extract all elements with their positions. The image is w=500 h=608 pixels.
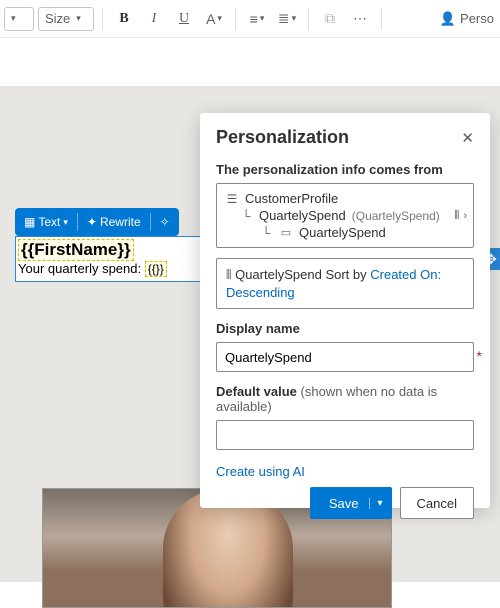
picker-child: QuartelySpend: [259, 208, 346, 223]
default-value-label-text: Default value: [216, 384, 297, 399]
chevron-right-icon: ›: [463, 210, 467, 222]
filter-icon[interactable]: ⫴: [450, 208, 464, 223]
source-label: The personalization info comes from: [216, 162, 474, 177]
chevron-down-icon: ▾: [76, 13, 81, 24]
separator: [235, 8, 236, 30]
firstname-token[interactable]: {{FirstName}}: [18, 239, 134, 261]
close-icon[interactable]: ✕: [461, 129, 474, 147]
rewrite-label: Rewrite: [100, 215, 141, 229]
copilot-button[interactable]: ✧: [157, 215, 173, 229]
selection-context-toolbar: ▦ Text ▾ ✦ Rewrite ✧: [15, 208, 179, 236]
text-element-label: Text: [38, 215, 60, 229]
copilot-icon: ✧: [160, 215, 170, 229]
italic-button[interactable]: I: [141, 6, 167, 32]
formatting-toolbar: ▾ Size ▾ B I U A▾ ≡▾ ≣▾ ⧉ ⋯ 👤 Perso: [0, 0, 500, 38]
person-icon: 👤: [440, 11, 456, 27]
panel-footer: Save ▾ Cancel: [216, 479, 474, 519]
text-icon: ▦: [24, 215, 35, 229]
personalization-toolbar-button[interactable]: 👤 Perso: [438, 11, 496, 27]
list-button[interactable]: ≣▾: [274, 6, 300, 32]
displayname-label: Display name: [216, 321, 474, 336]
rewrite-button[interactable]: ✦ Rewrite: [84, 215, 144, 229]
bold-button[interactable]: B: [111, 6, 137, 32]
tree-branch-icon: └: [259, 226, 273, 240]
more-options-button[interactable]: ⋯: [347, 6, 373, 32]
font-size-label: Size: [45, 11, 70, 26]
text-element-button[interactable]: ▦ Text ▾: [21, 215, 71, 229]
font-size-dropdown[interactable]: Size ▾: [38, 7, 94, 31]
displayname-input[interactable]: [216, 342, 474, 372]
chevron-down-icon: ▾: [11, 13, 16, 24]
link-button[interactable]: ⧉: [317, 6, 343, 32]
spend-prefix: Your quarterly spend:: [18, 261, 145, 276]
filter-icon: ⫴: [226, 267, 231, 282]
personalization-toolbar-label: Perso: [460, 11, 494, 26]
separator: [381, 8, 382, 30]
chevron-down-icon: ▾: [63, 217, 68, 228]
create-using-ai-link[interactable]: Create using AI: [216, 464, 474, 479]
picker-leaf: QuartelySpend: [299, 225, 386, 240]
separator: [308, 8, 309, 30]
font-family-dropdown[interactable]: ▾: [4, 7, 34, 31]
sort-entity: QuartelySpend: [235, 267, 322, 282]
spend-token[interactable]: {{}}: [145, 261, 167, 277]
sort-config-box[interactable]: ⫴ QuartelySpend Sort by Created On: Desc…: [216, 258, 474, 309]
data-source-picker[interactable]: ☰ CustomerProfile └ QuartelySpend (Quart…: [216, 183, 474, 248]
save-button-label: Save: [329, 496, 359, 511]
picker-root: CustomerProfile: [245, 191, 338, 206]
panel-title: Personalization: [216, 127, 349, 148]
save-button[interactable]: Save ▾: [310, 487, 392, 519]
picker-child-hint: (QuartelySpend): [352, 209, 440, 223]
spend-line: Your quarterly spend: {{}}: [18, 261, 167, 276]
profile-icon: ☰: [225, 192, 239, 206]
canvas-white-strip: [0, 38, 500, 86]
separator: [77, 213, 78, 231]
align-button[interactable]: ≡▾: [244, 6, 270, 32]
sparkle-icon: ✦: [87, 215, 97, 229]
default-value-label: Default value (shown when no data is ava…: [216, 384, 474, 414]
separator: [102, 8, 103, 30]
separator: [150, 213, 151, 231]
personalization-panel: Personalization ✕ The personalization in…: [200, 113, 490, 508]
font-color-button[interactable]: A▾: [201, 6, 227, 32]
save-split-icon[interactable]: ▾: [369, 498, 383, 509]
sort-by-label: Sort by: [322, 267, 370, 282]
cancel-button[interactable]: Cancel: [400, 487, 474, 519]
underline-button[interactable]: U: [171, 6, 197, 32]
default-value-input[interactable]: [216, 420, 474, 450]
required-indicator: *: [477, 348, 482, 364]
tree-branch-icon: └: [239, 209, 253, 223]
field-icon: ▭: [279, 226, 293, 239]
